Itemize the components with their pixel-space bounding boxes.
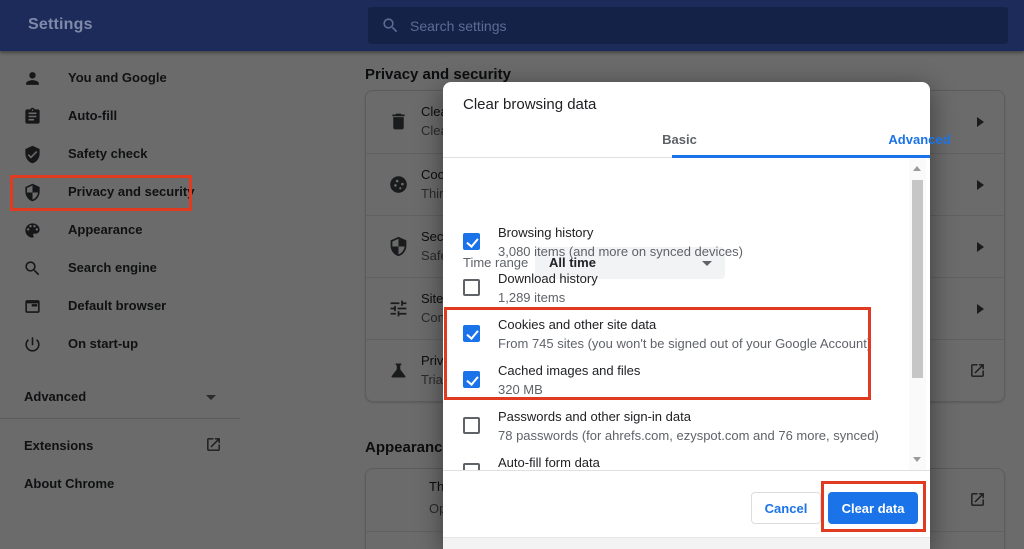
sidebar-item-label: On start-up	[68, 336, 139, 351]
sidebar-item-autofill[interactable]: Auto-fill	[0, 97, 250, 135]
external-link-icon	[971, 493, 984, 506]
checkbox-title: Browsing history	[498, 225, 594, 240]
checkbox-title: Cached images and files	[498, 363, 641, 378]
dialog-scrollbar[interactable]	[909, 158, 926, 470]
trash-icon	[392, 113, 405, 130]
download-history-checkbox[interactable]	[463, 279, 480, 296]
sidebar-item-appearance[interactable]: Appearance	[0, 211, 250, 249]
tab-advanced[interactable]: Advanced	[798, 125, 1024, 158]
sidebar-item-label: Safety check	[68, 146, 148, 161]
clear-browsing-data-dialog: Clear browsing data Basic Advanced Time …	[443, 82, 951, 549]
about-chrome-label: About Chrome	[24, 476, 115, 491]
external-link-icon	[207, 438, 220, 451]
palette-icon	[25, 223, 40, 238]
checkbox-row-cached-images[interactable]: Cached images and files 320 MB	[443, 361, 893, 407]
sliders-icon	[390, 300, 407, 317]
dialog-footer: Cancel Clear data	[443, 470, 930, 537]
scroll-up-arrow-icon[interactable]	[913, 166, 921, 171]
cookie-icon	[390, 176, 407, 193]
checkbox-subtitle: 78 passwords (for ahrefs.com, ezyspot.co…	[498, 428, 879, 443]
shield-half-icon	[25, 183, 40, 202]
magnifier-icon	[25, 261, 40, 276]
scroll-down-arrow-icon[interactable]	[913, 457, 921, 462]
dialog-title: Clear browsing data	[463, 96, 597, 113]
search-icon	[383, 18, 398, 33]
browsing-history-checkbox[interactable]	[463, 233, 480, 250]
checkbox-subtitle: From 745 sites (you won't be signed out …	[498, 336, 872, 351]
autofill-form-data-checkbox[interactable]	[463, 463, 480, 470]
sidebar-item-about-chrome[interactable]: About Chrome	[0, 465, 250, 503]
extensions-label: Extensions	[24, 438, 94, 453]
checkbox-row-autofill-form-data[interactable]: Auto-fill form data	[443, 453, 893, 470]
chevron-down-icon	[206, 395, 216, 400]
appearance-section-title: Appearance	[365, 439, 451, 456]
sidebar-item-search-engine[interactable]: Search engine	[0, 249, 250, 287]
sidebar-item-label: Appearance	[68, 222, 143, 237]
browser-window-icon	[25, 300, 40, 313]
shield-check-icon	[25, 145, 40, 164]
sidebar-item-default-browser[interactable]: Default browser	[0, 287, 250, 325]
sidebar-item-extensions[interactable]: Extensions	[0, 427, 250, 465]
power-icon	[25, 337, 40, 352]
clipboard-icon	[25, 107, 40, 124]
checkbox-subtitle: 1,289 items	[498, 290, 566, 305]
checkbox-title: Download history	[498, 271, 598, 286]
tab-basic[interactable]: Basic	[558, 125, 801, 158]
chevron-right-icon	[977, 304, 984, 314]
external-link-icon	[971, 364, 984, 377]
cached-images-checkbox[interactable]	[463, 371, 480, 388]
dialog-body: Time range All time Browsing history 3,0…	[443, 158, 930, 470]
checkbox-title: Cookies and other site data	[498, 317, 657, 332]
sidebar-item-label: You and Google	[68, 70, 167, 85]
checkbox-subtitle: 320 MB	[498, 382, 543, 397]
checkbox-subtitle: 3,080 items (and more on synced devices)	[498, 244, 743, 259]
sidebar-item-you-and-google[interactable]: You and Google	[0, 59, 250, 97]
sidebar-item-label: Search engine	[68, 260, 157, 275]
sidebar-item-label: Default browser	[68, 298, 167, 313]
advanced-label: Advanced	[24, 389, 87, 404]
chevron-right-icon	[977, 242, 984, 252]
settings-search-box[interactable]	[368, 7, 1008, 44]
sidebar-item-safety-check[interactable]: Safety check	[0, 135, 250, 173]
privacy-section-title: Privacy and security	[365, 66, 511, 83]
checkbox-row-browsing-history[interactable]: Browsing history 3,080 items (and more o…	[443, 223, 893, 269]
checkbox-title: Auto-fill form data	[498, 455, 600, 470]
flask-icon	[391, 363, 406, 378]
chrome-settings-screen: Settings You and Google Auto-fill Safety…	[0, 0, 1024, 549]
dialog-tabs: Basic Advanced	[443, 125, 951, 158]
sidebar-item-label: Auto-fill	[68, 108, 118, 123]
chevron-right-icon	[977, 180, 984, 190]
sidebar-item-on-startup[interactable]: On start-up	[0, 325, 250, 363]
clear-data-button[interactable]: Clear data	[828, 492, 918, 524]
shield-icon	[390, 236, 407, 257]
checkbox-title: Passwords and other sign-in data	[498, 409, 691, 424]
scrollbar-thumb[interactable]	[912, 180, 923, 378]
dialog-bottom-strip	[443, 537, 930, 549]
person-icon	[26, 72, 39, 85]
sidebar-divider	[0, 418, 240, 419]
passwords-checkbox[interactable]	[463, 417, 480, 434]
sidebar-item-label: Privacy and security	[68, 184, 195, 199]
settings-header: Settings	[0, 0, 1024, 51]
checkbox-row-cookies[interactable]: Cookies and other site data From 745 sit…	[443, 315, 893, 361]
cancel-button[interactable]: Cancel	[751, 492, 821, 524]
checkbox-row-download-history[interactable]: Download history 1,289 items	[443, 269, 893, 315]
sidebar-advanced-toggle[interactable]: Advanced	[0, 378, 250, 416]
page-title: Settings	[28, 16, 93, 33]
checkbox-row-passwords[interactable]: Passwords and other sign-in data 78 pass…	[443, 407, 893, 453]
cookies-checkbox[interactable]	[463, 325, 480, 342]
search-input[interactable]	[410, 7, 990, 44]
sidebar-item-privacy-and-security[interactable]: Privacy and security	[0, 173, 250, 211]
